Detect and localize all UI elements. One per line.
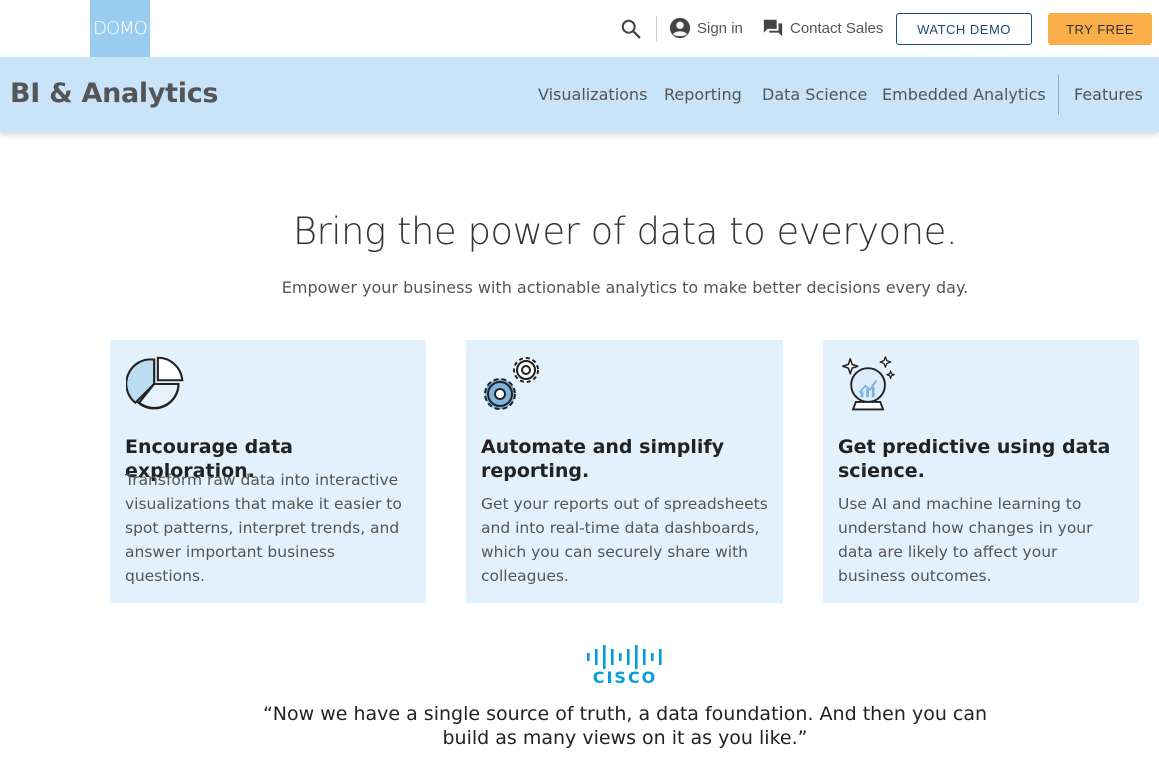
crystal-ball-icon xyxy=(842,356,895,411)
gears-icon xyxy=(484,357,539,410)
subnav-title[interactable]: BI & Analytics xyxy=(10,78,219,109)
card-body: Use AI and machine learning to understan… xyxy=(838,495,1093,585)
try-free-button[interactable]: TRY FREE xyxy=(1048,13,1152,45)
nav-data-science[interactable]: Data Science xyxy=(762,85,867,104)
cisco-logo: CISCO xyxy=(587,645,662,685)
feature-card-reporting: Automate and simplify reporting. Get you… xyxy=(466,340,783,603)
nav-reporting[interactable]: Reporting xyxy=(664,85,742,104)
pie-chart-icon xyxy=(126,356,184,410)
search-icon[interactable] xyxy=(620,18,642,40)
card-title: Get predictive using data science. xyxy=(838,436,1111,482)
contact-sales-link[interactable]: Contact Sales xyxy=(762,17,883,39)
sub-navigation: BI & Analytics Visualizations Reporting … xyxy=(0,57,1159,132)
sign-in-link[interactable]: Sign in xyxy=(669,17,743,39)
cisco-wordmark: CISCO xyxy=(593,668,658,685)
user-icon xyxy=(669,17,691,39)
feature-card-exploration: Encourage data exploration. Transform ra… xyxy=(110,340,426,603)
chat-icon xyxy=(763,19,783,37)
top-divider xyxy=(656,16,657,42)
hero-subtitle: Empower your business with actionable an… xyxy=(281,278,969,297)
nav-embedded-analytics[interactable]: Embedded Analytics xyxy=(882,85,1046,104)
nav-features[interactable]: Features xyxy=(1074,85,1143,104)
domo-logo[interactable]: DOMO xyxy=(90,0,150,57)
nav-divider xyxy=(1058,75,1059,115)
nav-visualizations[interactable]: Visualizations xyxy=(538,85,647,104)
card-body: Transform raw data into interactive visu… xyxy=(125,471,402,585)
card-body: Get your reports out of spreadsheets and… xyxy=(481,495,768,585)
testimonial-quote: “Now we have a single source of truth, a… xyxy=(262,703,988,749)
sign-in-label: Sign in xyxy=(697,19,743,37)
watch-demo-button[interactable]: WATCH DEMO xyxy=(896,13,1032,45)
top-bar: DOMO Sign in Contact Sales WATCH DEMO TR… xyxy=(0,0,1159,57)
logo-text: DOMO xyxy=(93,18,148,39)
hero-title: Bring the power of data to everyone. xyxy=(292,210,958,253)
card-title: Automate and simplify reporting. xyxy=(481,436,725,482)
contact-sales-label: Contact Sales xyxy=(790,19,884,37)
feature-card-predictive: Get predictive using data science. Use A… xyxy=(823,340,1139,603)
